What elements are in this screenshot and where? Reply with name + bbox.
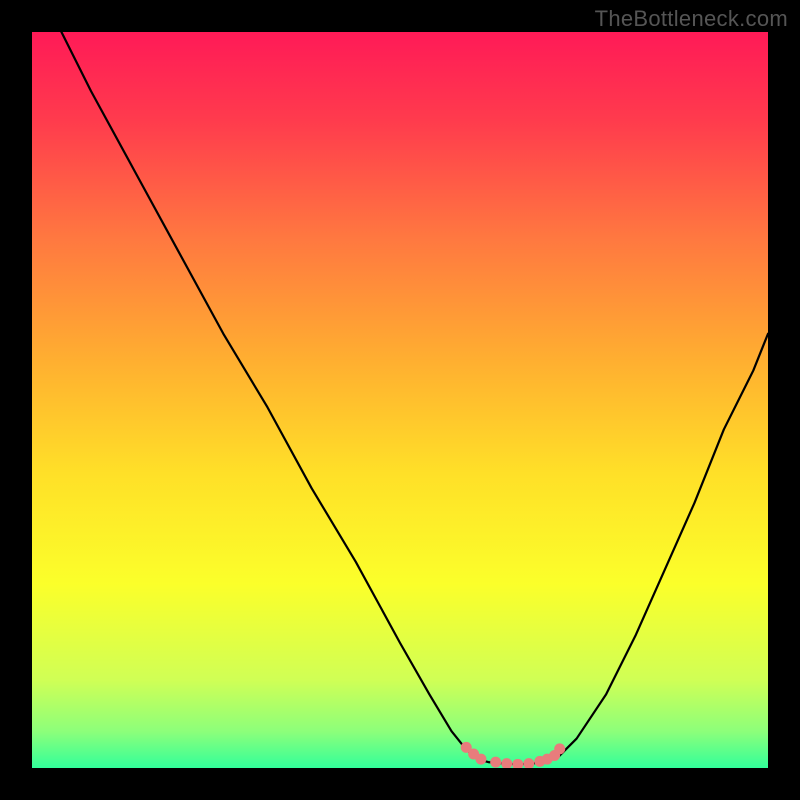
chart-background bbox=[32, 32, 768, 768]
marker-point bbox=[475, 754, 486, 765]
marker-point bbox=[490, 757, 501, 768]
marker-point bbox=[554, 743, 565, 754]
chart-svg bbox=[32, 32, 768, 768]
chart-plot-area bbox=[32, 32, 768, 768]
watermark-text: TheBottleneck.com bbox=[595, 6, 788, 32]
